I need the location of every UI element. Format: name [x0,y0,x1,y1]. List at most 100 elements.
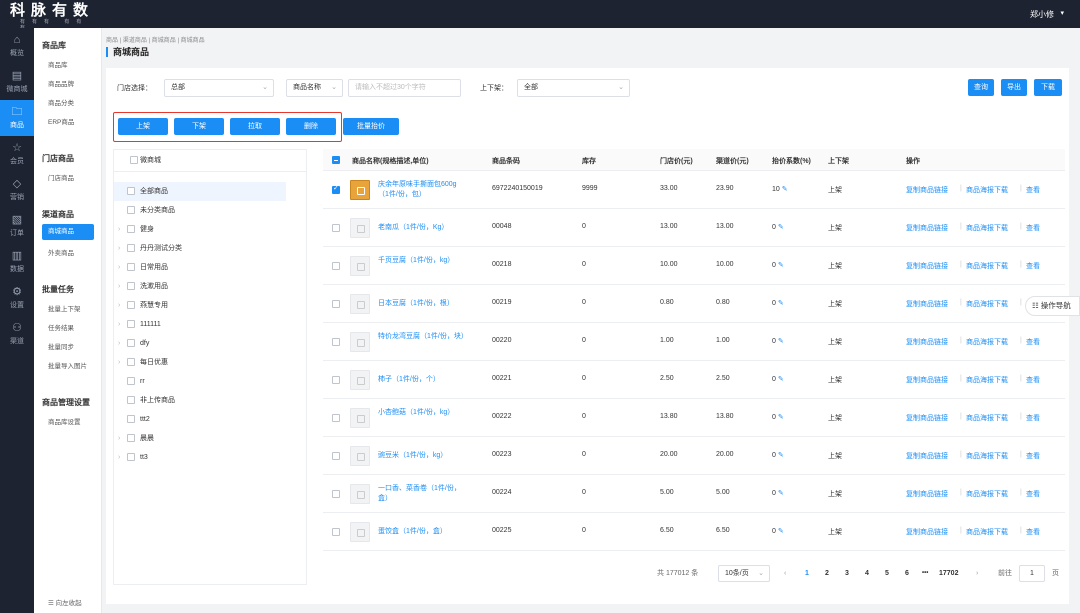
view-button[interactable]: 查看 [1026,489,1040,499]
expand-arrow-icon[interactable]: › [118,315,120,334]
rail-item-overview[interactable]: ⌂ 概览 [0,28,34,64]
tree-node-checkbox[interactable] [127,244,135,252]
rail-item-settings[interactable]: ⚙ 设置 [0,280,34,316]
tree-node[interactable]: › 丹丹测试分类 [114,239,286,258]
edit-pencil-icon[interactable]: ✎ [778,452,784,459]
copy-link-button[interactable]: 复制商品链接 [906,337,948,347]
row-checkbox[interactable] [332,262,340,270]
tree-node[interactable]: › dfy [114,334,286,353]
nav-item-mall-product[interactable]: 商城商品 [42,224,94,240]
export-button[interactable]: 导出 [1001,79,1027,96]
nav-item-batch-import-images[interactable]: 批量导入图片 [48,360,87,370]
tree-node[interactable]: › tt3 [114,448,286,467]
nav-item-product-category[interactable]: 商品分类 [48,97,74,107]
next-page-icon[interactable]: › [976,565,978,582]
search-field-select[interactable]: 商品名称 ⌄ [286,79,343,97]
product-name-link[interactable]: 小杏鲍菇（1件/份，kg） [378,408,466,418]
expand-arrow-icon[interactable]: › [118,353,120,372]
download-button[interactable]: 下载 [1034,79,1062,96]
view-button[interactable]: 查看 [1026,261,1040,271]
delete-button[interactable]: 删除 [286,118,336,135]
store-select[interactable]: 总部 ⌄ [164,79,274,97]
product-name-link[interactable]: 千页豆腐（1件/份，kg） [378,256,466,266]
view-button[interactable]: 查看 [1026,527,1040,537]
rail-item-member[interactable]: ☆ 会员 [0,136,34,172]
product-name-link[interactable]: 日本豆腐（1件/份，根） [378,299,466,309]
tree-node-checkbox[interactable] [127,282,135,290]
edit-pencil-icon[interactable]: ✎ [778,376,784,383]
poster-download-button[interactable]: 商品海报下载 [966,375,1008,385]
tree-node-checkbox[interactable] [127,301,135,309]
edit-pencil-icon[interactable]: ✎ [782,186,788,193]
copy-link-button[interactable]: 复制商品链接 [906,261,948,271]
goto-page-input[interactable]: 1 [1019,565,1045,582]
poster-download-button[interactable]: 商品海报下载 [966,451,1008,461]
view-button[interactable]: 查看 [1026,413,1040,423]
tree-node[interactable]: › 健身 [114,220,286,239]
tree-node[interactable]: › 晨晨 [114,429,286,448]
view-button[interactable]: 查看 [1026,223,1040,233]
tree-node-checkbox[interactable] [127,320,135,328]
nav-item-batch-sync[interactable]: 批量同步 [48,341,74,351]
view-button[interactable]: 查看 [1026,185,1040,195]
tree-select-all-checkbox[interactable] [130,156,138,165]
edit-pencil-icon[interactable]: ✎ [778,490,784,497]
row-checkbox[interactable] [332,376,340,384]
status-select[interactable]: 全部 ⌄ [517,79,630,97]
product-name-link[interactable]: 特价龙湾豆腐（1件/份，块） [378,332,468,342]
copy-link-button[interactable]: 复制商品链接 [906,413,948,423]
tree-node[interactable]: 未分类商品 [114,201,286,220]
row-checkbox[interactable] [332,184,340,194]
batch-price-button[interactable]: 批量抬价 [343,118,399,135]
view-button[interactable]: 查看 [1026,337,1040,347]
more-pages-icon[interactable]: ••• [922,565,928,582]
row-checkbox[interactable] [332,300,340,308]
tree-node-checkbox[interactable] [127,206,135,214]
product-name-link[interactable]: 柿子（1件/份，个） [378,375,466,385]
shelf-down-button[interactable]: 下架 [174,118,224,135]
edit-pencil-icon[interactable]: ✎ [778,224,784,231]
nav-item-library-settings[interactable]: 商品库设置 [48,416,81,426]
row-checkbox[interactable] [332,452,340,460]
poster-download-button[interactable]: 商品海报下载 [966,223,1008,233]
nav-item-batch-shelf[interactable]: 批量上下架 [48,303,81,313]
page-5[interactable]: 5 [885,565,889,582]
row-checkbox[interactable] [332,414,340,422]
tree-node[interactable]: › 日常用品 [114,258,286,277]
expand-arrow-icon[interactable]: › [118,277,120,296]
nav-item-product-library[interactable]: 商品库 [48,59,68,69]
nav-item-takeout-product[interactable]: 外卖商品 [48,247,74,257]
page-4[interactable]: 4 [865,565,869,582]
nav-item-product-brand[interactable]: 商品品牌 [48,78,74,88]
expand-arrow-icon[interactable]: › [118,220,120,239]
poster-download-button[interactable]: 商品海报下载 [966,413,1008,423]
edit-pencil-icon[interactable]: ✎ [778,528,784,535]
tree-node[interactable]: › 燕慧专用 [114,296,286,315]
rail-item-micro-mall[interactable]: ▤ 微商城 [0,64,34,100]
expand-arrow-icon[interactable]: › [118,239,120,258]
tree-node-checkbox[interactable] [127,396,135,404]
pull-button[interactable]: 拉取 [230,118,280,135]
copy-link-button[interactable]: 复制商品链接 [906,299,948,309]
page-last[interactable]: 17702 [939,565,958,582]
tree-node-checkbox[interactable] [127,339,135,347]
nav-item-store-product[interactable]: 门店商品 [48,172,74,182]
rail-item-product[interactable]: 🗀 商品 [0,100,34,136]
nav-item-erp-product[interactable]: ERP商品 [48,116,74,126]
product-name-link[interactable]: 老南瓜（1件/份，Kg） [378,223,466,233]
view-button[interactable]: 查看 [1026,375,1040,385]
expand-arrow-icon[interactable]: › [118,258,120,277]
expand-arrow-icon[interactable]: › [118,448,120,467]
copy-link-button[interactable]: 复制商品链接 [906,185,948,195]
page-size-select[interactable]: 10条/页 ⌄ [718,565,770,582]
tree-node[interactable]: 非上传商品 [114,391,286,410]
row-checkbox[interactable] [332,338,340,346]
tree-node-checkbox[interactable] [127,263,135,271]
tree-node-checkbox[interactable] [127,415,135,423]
user-menu-caret-icon[interactable]: ▾ [1060,9,1064,17]
copy-link-button[interactable]: 复制商品链接 [906,223,948,233]
tree-node-checkbox[interactable] [127,377,135,385]
operation-guide-button[interactable]: ☷ 操作导航 [1025,296,1080,316]
rail-item-order[interactable]: ▧ 订单 [0,208,34,244]
tree-node-checkbox[interactable] [127,225,135,233]
